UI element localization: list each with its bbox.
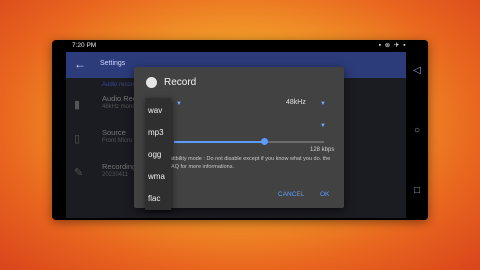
format-option-mp3[interactable]: mp3 <box>145 122 171 144</box>
phone-icon: ▯ <box>74 133 81 145</box>
settings-item-subtitle: 48kHz mono <box>102 104 136 110</box>
nav-back-icon[interactable]: ◁ <box>413 65 421 76</box>
settings-item-title: Source <box>102 128 126 137</box>
bitrate-slider-fill <box>174 141 264 143</box>
sample-rate-arrow-icon[interactable]: ▼ <box>320 101 326 107</box>
format-option-flac[interactable]: flac <box>145 188 171 210</box>
bitrate-label: 128 kbps <box>310 147 335 153</box>
format-dropdown-arrow-icon[interactable]: ▼ <box>176 101 182 107</box>
ok-button[interactable]: OK <box>320 191 329 198</box>
dialog-title: Record <box>164 77 197 88</box>
cancel-button[interactable]: CANCEL <box>278 191 304 198</box>
format-option-wav[interactable]: wav <box>145 100 171 122</box>
file-icon: ▮ <box>74 99 81 111</box>
page-title: Settings <box>100 60 126 67</box>
nav-home-icon[interactable]: ○ <box>414 125 420 136</box>
settings-item-title: Audio Rec <box>102 94 137 103</box>
format-option-wma[interactable]: wma <box>145 166 171 188</box>
format-dropdown-list: wav mp3 ogg wma flac <box>145 98 171 210</box>
format-option-ogg[interactable]: ogg <box>145 144 171 166</box>
settings-item-subtitle: 20230411 <box>102 172 129 178</box>
settings-item-title: Recording <box>102 162 137 171</box>
sample-rate-value[interactable]: 48kHz <box>286 99 306 106</box>
status-bar: 7:20 PM ▪ ⊗ ✈ ▪ ▮ <box>66 40 416 52</box>
bitrate-slider-thumb[interactable] <box>260 138 268 145</box>
nav-recent-icon[interactable]: □ <box>414 185 420 196</box>
settings-item-subtitle: Front Micro <box>102 138 133 144</box>
arrow-left-icon[interactable]: ← <box>74 57 86 71</box>
record-radio-icon[interactable] <box>146 77 157 88</box>
channels-arrow-icon[interactable]: ▼ <box>320 123 326 129</box>
status-time: 7:20 PM <box>72 42 97 49</box>
compatibility-text: ratibility mode : Do not disable except … <box>168 156 331 170</box>
nav-bar: ◁ ○ □ <box>406 40 428 220</box>
pencil-icon: ✎ <box>74 167 84 179</box>
